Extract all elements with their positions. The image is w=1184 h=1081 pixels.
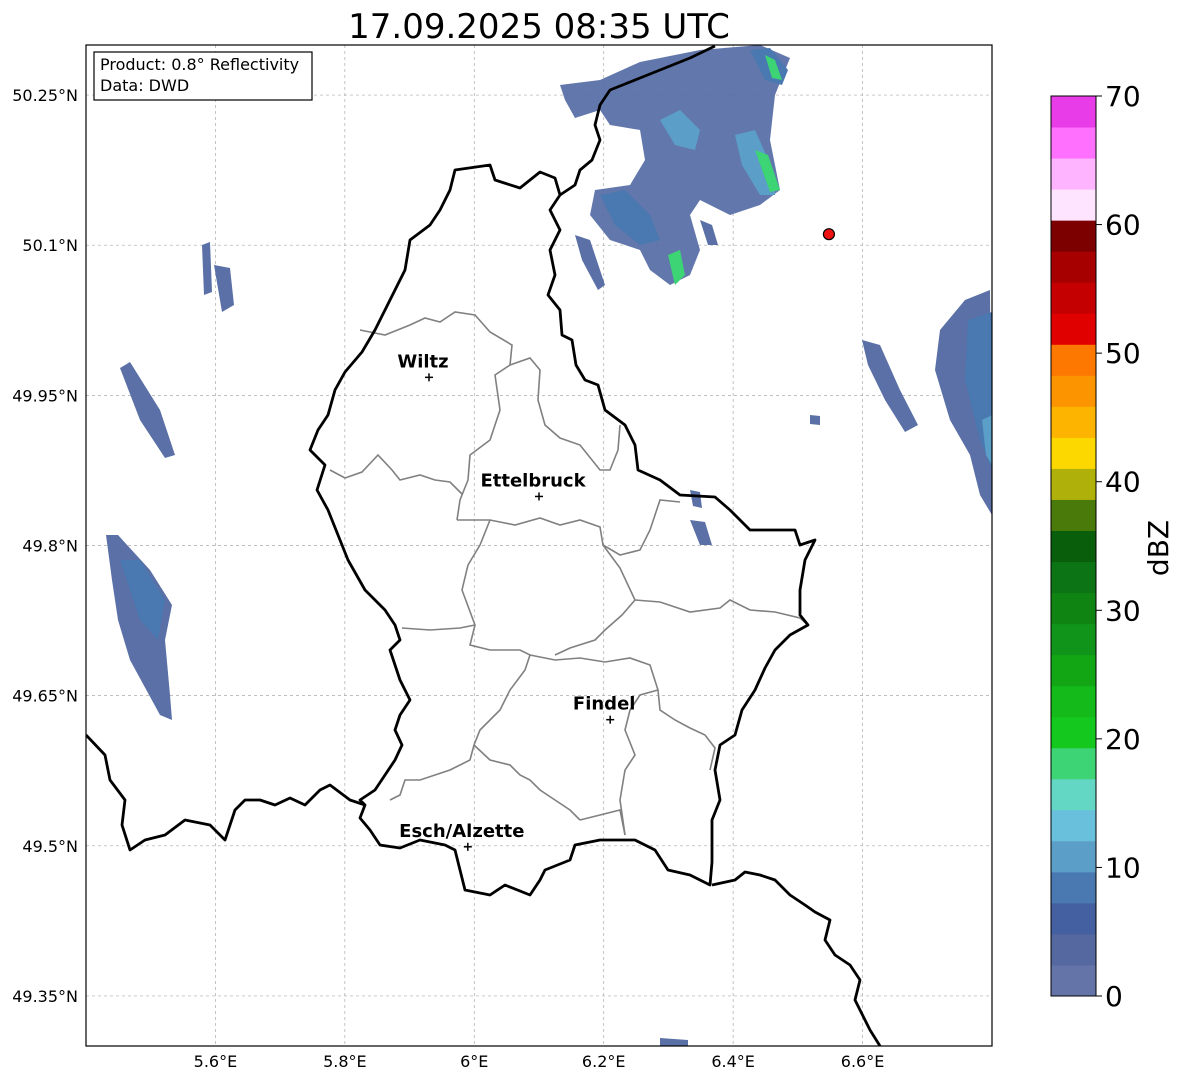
- colorbar-segment: [1051, 158, 1096, 190]
- colorbar-segment: [1051, 840, 1096, 873]
- colorbar-segment: [1051, 747, 1096, 780]
- colorbar-segment: [1051, 530, 1096, 563]
- info-product: Product: 0.8° Reflectivity: [100, 55, 299, 74]
- colorbar-segment: [1051, 964, 1096, 997]
- colorbar-tick-label: 50: [1105, 337, 1141, 370]
- colorbar-segment: [1051, 592, 1096, 625]
- colorbar-segment: [1051, 685, 1096, 718]
- colorbar-segment: [1051, 282, 1096, 314]
- colorbar-segment: [1051, 127, 1096, 159]
- colorbar-segment: [1051, 437, 1096, 469]
- colorbar-segment: [1051, 623, 1096, 656]
- city-label: Findel: [573, 694, 636, 715]
- colorbar-segment: [1051, 809, 1096, 842]
- colorbar-segment: [1051, 499, 1096, 531]
- city-label: Ettelbruck: [480, 470, 586, 491]
- colorbar-tick-label: 10: [1105, 851, 1141, 884]
- info-data: Data: DWD: [100, 76, 189, 95]
- lat-tick-label: 49.5°N: [22, 837, 78, 856]
- lat-tick-label: 49.65°N: [12, 687, 78, 706]
- map-title: 17.09.2025 08:35 UTC: [348, 7, 730, 47]
- city-label: Wiltz: [397, 351, 448, 372]
- colorbar-segment: [1051, 313, 1096, 345]
- lat-tick-label: 49.8°N: [22, 537, 78, 556]
- colorbar-tick-label: 20: [1105, 723, 1141, 756]
- lon-tick-label: 6.4°E: [711, 1052, 755, 1071]
- colorbar-segment: [1051, 561, 1096, 594]
- colorbar-tick-label: 60: [1105, 209, 1141, 242]
- colorbar-tick-label: 40: [1105, 466, 1141, 499]
- colorbar-segment: [1051, 375, 1096, 407]
- colorbar-segment: [1051, 220, 1096, 252]
- radar-map-figure: 17.09.2025 08:35 UTC WiltzEttelbruckFind…: [12, 7, 1175, 1071]
- lon-tick-label: 6.2°E: [582, 1052, 626, 1071]
- colorbar-segment: [1051, 778, 1096, 811]
- colorbar-tick-label: 0: [1105, 980, 1123, 1013]
- colorbar: 0 10 20 30 40 50 60 70: [1050, 80, 1141, 1013]
- colorbar-segment: [1051, 716, 1096, 749]
- colorbar-segment: [1051, 251, 1096, 283]
- longitude-ticks: 5.6°E 5.8°E 6°E 6.2°E 6.4°E 6.6°E: [194, 1052, 885, 1071]
- lon-tick-label: 5.8°E: [323, 1052, 367, 1071]
- info-box: Product: 0.8° Reflectivity Data: DWD: [93, 51, 313, 101]
- colorbar-label: dBZ: [1142, 520, 1175, 576]
- lon-tick-label: 5.6°E: [194, 1052, 238, 1071]
- colorbar-segment: [1051, 902, 1096, 935]
- lon-tick-label: 6°E: [460, 1052, 488, 1071]
- colorbar-segment: [1051, 933, 1096, 966]
- colorbar-segment: [1051, 654, 1096, 687]
- colorbar-segment: [1051, 96, 1096, 128]
- city-label: Esch/Alzette: [399, 821, 524, 842]
- echo-cell-east-dot: [810, 415, 820, 425]
- lat-tick-label: 50.1°N: [22, 236, 78, 255]
- radar-site-marker: [822, 228, 836, 241]
- colorbar-segment: [1051, 468, 1096, 500]
- colorbar-segment: [1051, 344, 1096, 376]
- colorbar-tick-label: 70: [1105, 80, 1141, 113]
- colorbar-segment: [1051, 406, 1096, 438]
- colorbar-segment: [1051, 871, 1096, 904]
- colorbar-tick-label: 30: [1105, 594, 1141, 627]
- latitude-ticks: 50.25°N 50.1°N 49.95°N 49.8°N 49.65°N 49.5°N 4…: [12, 86, 78, 1006]
- lat-tick-label: 49.95°N: [12, 386, 78, 405]
- lat-tick-label: 49.35°N: [12, 987, 78, 1006]
- colorbar-segment: [1051, 189, 1096, 221]
- lat-tick-label: 50.25°N: [12, 86, 78, 105]
- lon-tick-label: 6.6°E: [841, 1052, 885, 1071]
